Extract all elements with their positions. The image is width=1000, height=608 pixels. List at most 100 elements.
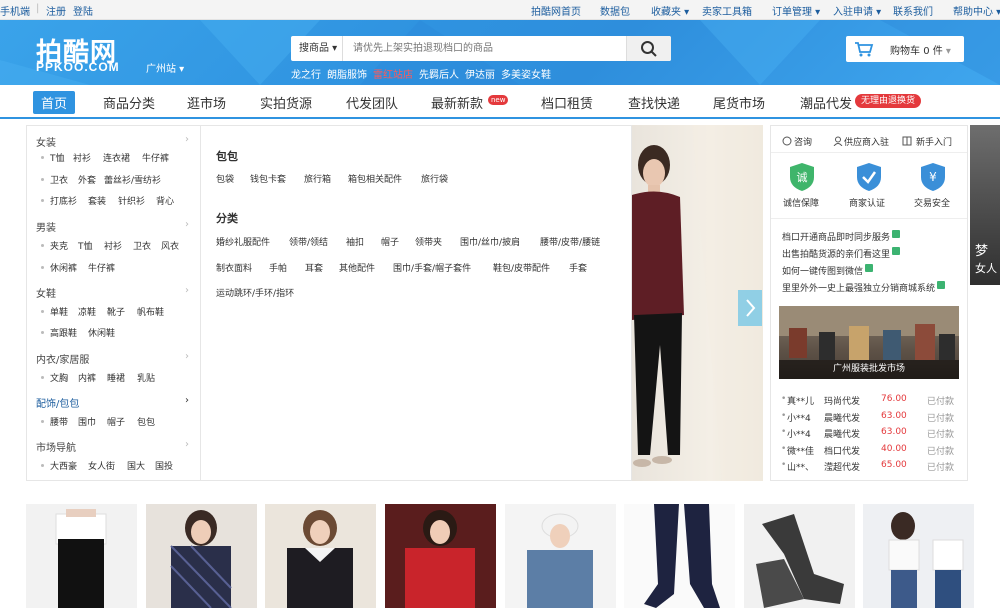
subcategory-link[interactable]: 高跟鞋: [50, 326, 77, 339]
subcategory-link[interactable]: 靴子: [107, 305, 125, 318]
subcategory-link[interactable]: 文胸: [50, 371, 68, 384]
subcategory-link[interactable]: 卫衣: [133, 239, 151, 252]
subcategory-link[interactable]: 包包: [137, 415, 155, 428]
datapack-link[interactable]: 数据包: [600, 3, 630, 18]
nav-home[interactable]: 首页: [33, 91, 76, 114]
subcategory-link[interactable]: 帆布鞋: [137, 305, 164, 318]
subcategory-link[interactable]: 女人街: [88, 459, 115, 472]
orders-link[interactable]: 订单管理 ▾: [772, 3, 820, 18]
panel-link[interactable]: 鞋包/皮带配件: [493, 261, 550, 274]
panel-link[interactable]: 围巾/丝巾/披肩: [460, 235, 520, 248]
subcategory-link[interactable]: 休闲鞋: [88, 326, 115, 339]
product-thumbnail[interactable]: [624, 504, 735, 608]
subcategory-link[interactable]: 围巾: [78, 415, 96, 428]
panel-link[interactable]: 箱包相关配件: [348, 172, 402, 185]
subcategory-link[interactable]: 乳贴: [137, 371, 155, 384]
supplier-join-link[interactable]: 供应商入驻: [844, 135, 889, 148]
product-thumbnail[interactable]: [26, 504, 137, 608]
register-link[interactable]: 注册: [46, 3, 66, 18]
hot-word[interactable]: 朗脂服饰: [327, 66, 367, 81]
subcategory-link[interactable]: T恤: [50, 151, 65, 164]
category-title[interactable]: 市场导航: [36, 439, 76, 454]
subcategory-link[interactable]: 外套: [78, 173, 96, 186]
panel-link[interactable]: 领带/领结: [289, 235, 328, 248]
subcategory-link[interactable]: T恤: [78, 239, 93, 252]
favorites-link[interactable]: 收藏夹 ▾: [651, 3, 689, 18]
nav-clearance[interactable]: 尾货市场: [713, 93, 765, 112]
subcategory-link[interactable]: 衬衫: [104, 239, 122, 252]
panel-link[interactable]: 耳套: [305, 261, 323, 274]
subcategory-link[interactable]: 国投: [155, 459, 173, 472]
seller-tools-link[interactable]: 卖家工具箱: [702, 3, 752, 18]
subcategory-link[interactable]: 蕾丝衫/雪纺衫: [104, 173, 161, 186]
news-item[interactable]: 如何一键传图到微信: [782, 264, 874, 277]
subcategory-link[interactable]: 背心: [156, 194, 174, 207]
panel-link[interactable]: 领带夹: [415, 235, 442, 248]
subcategory-link[interactable]: 衬衫: [73, 151, 91, 164]
panel-link[interactable]: 钱包卡套: [250, 172, 286, 185]
subcategory-link[interactable]: 内裤: [78, 371, 96, 384]
hot-word[interactable]: 伊达丽: [465, 66, 495, 81]
banner-next-button[interactable]: [738, 290, 762, 326]
join-link[interactable]: 入驻申请 ▾: [833, 3, 881, 18]
hot-word[interactable]: 雷红站店: [373, 66, 413, 81]
subcategory-link[interactable]: 帽子: [107, 415, 125, 428]
subcategory-link[interactable]: 腰带: [50, 415, 68, 428]
panel-link[interactable]: 腰带/皮带/腰链: [540, 235, 600, 248]
subcategory-link[interactable]: 凉鞋: [78, 305, 96, 318]
product-thumbnail[interactable]: [385, 504, 496, 608]
subcategory-link[interactable]: 套装: [88, 194, 106, 207]
subcategory-link[interactable]: 风衣: [161, 239, 179, 252]
subcategory-link[interactable]: 休闲裤: [50, 261, 77, 274]
panel-link[interactable]: 围巾/手套/帽子套件: [393, 261, 471, 274]
subcategory-link[interactable]: 夹克: [50, 239, 68, 252]
subcategory-link[interactable]: 针织衫: [118, 194, 145, 207]
category-title[interactable]: 女鞋: [36, 285, 56, 300]
subcategory-link[interactable]: 牛仔裤: [142, 151, 169, 164]
subcategory-link[interactable]: 睡裙: [107, 371, 125, 384]
subcategory-link[interactable]: 牛仔裤: [88, 261, 115, 274]
product-thumbnail[interactable]: [505, 504, 616, 608]
nav-dropship-team[interactable]: 代发团队: [346, 93, 398, 112]
panel-link[interactable]: 袖扣: [346, 235, 364, 248]
search-input[interactable]: [343, 36, 626, 61]
hot-word[interactable]: 先羁后人: [419, 66, 459, 81]
nav-express[interactable]: 查找快递: [628, 93, 680, 112]
panel-link[interactable]: 婚纱礼服配件: [216, 235, 270, 248]
contact-link[interactable]: 联系我们: [893, 3, 933, 18]
product-thumbnail[interactable]: [146, 504, 257, 608]
category-title[interactable]: 内衣/家居服: [36, 351, 89, 366]
hot-word[interactable]: 多美姿女鞋: [501, 66, 551, 81]
category-title[interactable]: 女装: [36, 134, 56, 149]
panel-link[interactable]: 运动跳环/手环/指环: [216, 286, 294, 299]
search-button[interactable]: [626, 36, 671, 61]
mobile-link[interactable]: 手机端: [0, 3, 30, 18]
cart-button[interactable]: 购物车 0 件 ▾: [846, 36, 964, 62]
nav-trend-dropship[interactable]: 潮品代发: [800, 93, 852, 112]
search-type-select[interactable]: 搜商品 ▾: [291, 36, 343, 61]
panel-link[interactable]: 旅行袋: [421, 172, 448, 185]
beginner-link[interactable]: 新手入门: [916, 135, 952, 148]
category-title[interactable]: 配饰/包包: [36, 395, 79, 410]
category-title[interactable]: 男装: [36, 219, 56, 234]
panel-link[interactable]: 其他配件: [339, 261, 375, 274]
subcategory-link[interactable]: 国大: [127, 459, 145, 472]
hot-word[interactable]: 龙之行: [291, 66, 321, 81]
panel-link[interactable]: 帽子: [381, 235, 399, 248]
side-promo-image[interactable]: 梦 女人: [970, 125, 1000, 285]
nav-categories[interactable]: 商品分类: [103, 93, 155, 112]
panel-link[interactable]: 制衣面料: [216, 261, 252, 274]
product-thumbnail[interactable]: [863, 504, 974, 608]
panel-link[interactable]: 手帕: [269, 261, 287, 274]
product-thumbnail[interactable]: [744, 504, 855, 608]
nav-markets[interactable]: 逛市场: [187, 93, 226, 112]
home-link[interactable]: 拍酷网首页: [531, 3, 581, 18]
nav-new-arrivals[interactable]: 最新新款: [431, 93, 483, 112]
subcategory-link[interactable]: 大西豪: [50, 459, 77, 472]
product-thumbnail[interactable]: [265, 504, 376, 608]
subcategory-link[interactable]: 卫衣: [50, 173, 68, 186]
subcategory-link[interactable]: 打底衫: [50, 194, 77, 207]
nav-stall-rental[interactable]: 档口租赁: [541, 93, 593, 112]
news-item[interactable]: 出售拍酷货源的亲们看这里: [782, 247, 901, 260]
subcategory-link[interactable]: 连衣裙: [103, 151, 130, 164]
